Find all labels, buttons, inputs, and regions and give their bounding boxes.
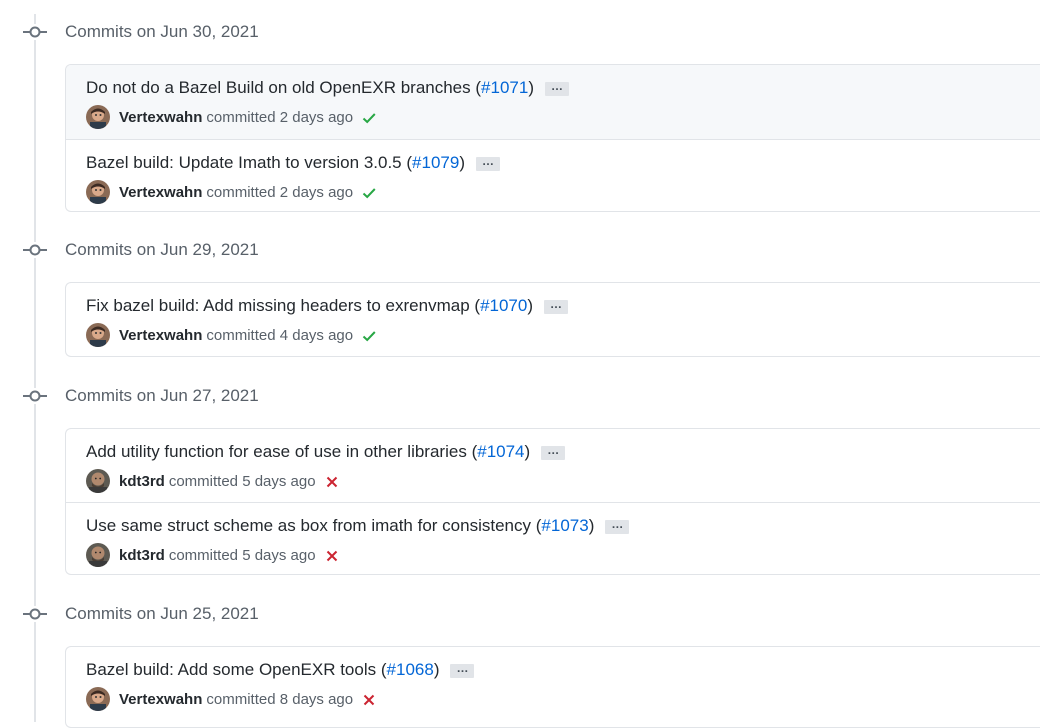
commit-author-link[interactable]: kdt3rd <box>119 547 165 564</box>
commit-author-link[interactable]: Vertexwahn <box>119 109 202 126</box>
commit-relative-time: committed 4 days ago <box>206 326 354 344</box>
expand-commit-message-button[interactable]: … <box>476 155 500 171</box>
expand-commit-message-button[interactable]: … <box>605 518 630 534</box>
commit-title-row: Fix bazel build: Add missing headers to … <box>86 296 569 316</box>
commit-list: Do not do a Bazel Build on old OpenEXR b… <box>65 64 1040 212</box>
avatar[interactable] <box>86 180 110 204</box>
commit-title-link[interactable]: Bazel build: Update Imath to version 3.0… <box>86 153 402 173</box>
commit-meta: Vertexwahn committed 4 days ago <box>86 323 377 347</box>
commit-title-row: Bazel build: Update Imath to version 3.0… <box>86 153 500 173</box>
avatar[interactable] <box>86 543 110 567</box>
git-commit-icon <box>22 242 48 258</box>
commit-relative-time: committed 5 days ago <box>168 472 316 490</box>
commit-item[interactable]: Bazel build: Update Imath to version 3.0… <box>66 139 1040 211</box>
git-commit-icon <box>22 24 48 40</box>
commit-group-header: Commits on Jun 27, 2021 <box>0 378 1040 414</box>
pull-request-link[interactable]: #1068 <box>387 660 434 680</box>
commit-list: Fix bazel build: Add missing headers to … <box>65 282 1040 357</box>
commit-relative-time: committed 2 days ago <box>206 183 354 201</box>
commit-title-row: Bazel build: Add some OpenEXR tools (#10… <box>86 660 475 680</box>
commit-title-link[interactable]: Do not do a Bazel Build on old OpenEXR b… <box>86 78 471 98</box>
commit-title-link[interactable]: Bazel build: Add some OpenEXR tools <box>86 660 376 680</box>
pull-request-link[interactable]: #1074 <box>477 442 524 462</box>
commit-meta: kdt3rd committed 5 days ago <box>86 543 340 567</box>
avatar[interactable] <box>86 687 110 711</box>
commit-group-header: Commits on Jun 25, 2021 <box>0 596 1040 632</box>
commit-list: Add utility function for ease of use in … <box>65 428 1040 575</box>
commit-meta: Vertexwahn committed 8 days ago <box>86 687 377 711</box>
x-icon[interactable] <box>361 692 377 708</box>
commit-title-link[interactable]: Fix bazel build: Add missing headers to … <box>86 296 470 316</box>
pull-request-link[interactable]: #1070 <box>480 296 527 316</box>
git-commit-icon <box>22 388 48 404</box>
git-commit-icon <box>22 606 48 622</box>
commit-relative-time: committed 8 days ago <box>206 690 354 708</box>
commit-author-link[interactable]: Vertexwahn <box>119 327 202 344</box>
commit-group-date: Commits on Jun 30, 2021 <box>65 22 259 41</box>
commit-item[interactable]: Bazel build: Add some OpenEXR tools (#10… <box>66 647 1040 721</box>
commit-title-link[interactable]: Use same struct scheme as box from imath… <box>86 516 531 536</box>
commit-item[interactable]: Do not do a Bazel Build on old OpenEXR b… <box>66 65 1040 139</box>
avatar[interactable] <box>86 105 110 129</box>
x-icon[interactable] <box>324 548 340 564</box>
commit-author-link[interactable]: Vertexwahn <box>119 691 202 708</box>
commit-meta: Vertexwahn committed 2 days ago <box>86 105 377 129</box>
commit-group-header: Commits on Jun 30, 2021 <box>0 14 1040 50</box>
avatar[interactable] <box>86 469 110 493</box>
pull-request-link[interactable]: #1071 <box>481 78 528 98</box>
commit-title-link[interactable]: Add utility function for ease of use in … <box>86 442 467 462</box>
commit-title-row: Use same struct scheme as box from imath… <box>86 516 630 536</box>
commit-group-date: Commits on Jun 29, 2021 <box>65 240 259 259</box>
commit-title-row: Do not do a Bazel Build on old OpenEXR b… <box>86 78 569 98</box>
x-icon[interactable] <box>324 474 340 490</box>
commit-meta: Vertexwahn committed 2 days ago <box>86 180 377 204</box>
commit-group-header: Commits on Jun 29, 2021 <box>0 232 1040 268</box>
avatar[interactable] <box>86 323 110 347</box>
pull-request-link[interactable]: #1079 <box>412 153 459 173</box>
commit-title-row: Add utility function for ease of use in … <box>86 442 566 462</box>
commit-item[interactable]: Add utility function for ease of use in … <box>66 429 1040 502</box>
commit-author-link[interactable]: Vertexwahn <box>119 184 202 201</box>
check-icon[interactable] <box>361 185 377 201</box>
commit-meta: kdt3rd committed 5 days ago <box>86 469 340 493</box>
check-icon[interactable] <box>361 328 377 344</box>
commit-relative-time: committed 2 days ago <box>206 108 354 126</box>
commit-group-date: Commits on Jun 25, 2021 <box>65 604 259 623</box>
commit-history: Commits on Jun 30, 2021 Do not do a Baze… <box>0 0 1040 728</box>
commit-list: Bazel build: Add some OpenEXR tools (#10… <box>65 646 1040 728</box>
commit-author-link[interactable]: kdt3rd <box>119 473 165 490</box>
commit-group-date: Commits on Jun 27, 2021 <box>65 386 259 405</box>
commit-relative-time: committed 5 days ago <box>168 546 316 564</box>
pull-request-link[interactable]: #1073 <box>541 516 588 536</box>
commit-item[interactable]: Fix bazel build: Add missing headers to … <box>66 283 1040 356</box>
expand-commit-message-button[interactable]: … <box>541 444 566 460</box>
expand-commit-message-button[interactable]: … <box>450 662 475 678</box>
expand-commit-message-button[interactable]: … <box>545 80 569 96</box>
commit-item[interactable]: Use same struct scheme as box from imath… <box>66 502 1040 574</box>
check-icon[interactable] <box>361 110 377 126</box>
expand-commit-message-button[interactable]: … <box>544 298 569 314</box>
